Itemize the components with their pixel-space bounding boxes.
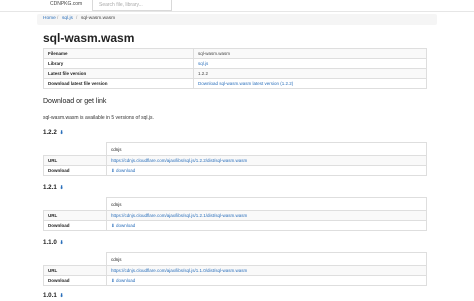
version-table: cdnjs URL https://cdnjs.cloudflare.com/a… <box>43 197 427 231</box>
info-key: Latest file version <box>43 68 194 79</box>
download-link[interactable]: ⬇ download <box>106 165 427 176</box>
table-row: URL https://cdnjs.cloudflare.com/ajax/li… <box>43 210 427 221</box>
version-heading: 1.0.1 ⬇ <box>43 292 64 299</box>
table-row: URL https://cdnjs.cloudflare.com/ajax/li… <box>43 155 427 166</box>
info-key: Library <box>43 58 194 69</box>
library-link[interactable]: sql.js <box>193 58 427 69</box>
version-heading: 1.1.0 ⬇ <box>43 239 64 246</box>
table-row: URL https://cdnjs.cloudflare.com/ajax/li… <box>43 265 427 276</box>
info-key: Download latest file version <box>43 78 194 89</box>
info-value: sql-wasm.wasm <box>193 48 427 59</box>
table-row: Latest file version 1.2.2 <box>43 68 427 79</box>
empty-cell <box>43 142 107 156</box>
download-link-text: download <box>116 277 136 283</box>
download-icon[interactable]: ⬇ <box>60 240 64 246</box>
breadcrumb-separator: / <box>76 16 78 21</box>
table-row: Download ⬇ download <box>43 275 427 286</box>
info-value: 1.2.2 <box>193 68 427 79</box>
empty-cell <box>43 252 107 266</box>
table-row: Download latest file version Download sq… <box>43 78 427 89</box>
download-icon: ⬇ <box>111 222 115 228</box>
cdn-name: cdnjs <box>106 197 427 211</box>
version-heading: 1.2.2 ⬇ <box>43 129 64 136</box>
info-key: Filename <box>43 48 194 59</box>
download-link-text: download <box>116 222 136 228</box>
version-heading: 1.2.1 ⬇ <box>43 184 64 191</box>
table-row: Download ⬇ download <box>43 165 427 176</box>
download-icon[interactable]: ⬇ <box>60 185 64 191</box>
download-label: Download <box>43 220 107 231</box>
version-number: 1.2.1 <box>43 184 57 191</box>
file-info-table: Filename sql-wasm.wasm Library sql.js La… <box>43 48 427 89</box>
file-url-link[interactable]: https://cdnjs.cloudflare.com/ajax/libs/s… <box>106 155 427 166</box>
download-icon: ⬇ <box>111 277 115 283</box>
download-link-text: download <box>116 167 136 173</box>
breadcrumb-home[interactable]: Home <box>43 16 56 21</box>
version-number: 1.2.2 <box>43 129 57 136</box>
download-icon[interactable]: ⬇ <box>60 293 64 299</box>
download-label: Download <box>43 165 107 176</box>
search-input[interactable]: Search file, library... <box>92 0 172 11</box>
download-icon: ⬇ <box>111 167 115 173</box>
download-heading: Download or get link <box>43 98 107 105</box>
file-url-link[interactable]: https://cdnjs.cloudflare.com/ajax/libs/s… <box>106 265 427 276</box>
download-link[interactable]: ⬇ download <box>106 220 427 231</box>
file-url-link[interactable]: https://cdnjs.cloudflare.com/ajax/libs/s… <box>106 210 427 221</box>
table-row: Library sql.js <box>43 58 427 69</box>
table-row: Download ⬇ download <box>43 220 427 231</box>
page-title: sql-wasm.wasm <box>43 31 135 45</box>
table-row: cdnjs <box>43 197 427 211</box>
version-table: cdnjs URL https://cdnjs.cloudflare.com/a… <box>43 142 427 176</box>
breadcrumb-library[interactable]: sql.js <box>62 16 73 21</box>
download-label: Download <box>43 275 107 286</box>
search-placeholder: Search file, library... <box>99 2 143 8</box>
version-number: 1.0.1 <box>43 292 57 299</box>
cdn-name: cdnjs <box>106 142 427 156</box>
url-label: URL <box>43 210 107 221</box>
url-label: URL <box>43 155 107 166</box>
url-label: URL <box>43 265 107 276</box>
download-icon[interactable]: ⬇ <box>60 130 64 136</box>
top-navbar: CDNPKG.com Search file, library... <box>0 0 474 12</box>
breadcrumb-separator: / <box>57 16 59 21</box>
version-table: cdnjs URL https://cdnjs.cloudflare.com/a… <box>43 252 427 286</box>
breadcrumb: Home / sql.js / sql-wasm.wasm <box>37 14 437 25</box>
cdn-name: cdnjs <box>106 252 427 266</box>
table-row: cdnjs <box>43 142 427 156</box>
download-latest-link[interactable]: Download sql-wasm.wasm latest version (1… <box>193 78 427 89</box>
version-number: 1.1.0 <box>43 239 57 246</box>
table-row: Filename sql-wasm.wasm <box>43 48 427 59</box>
table-row: cdnjs <box>43 252 427 266</box>
download-link[interactable]: ⬇ download <box>106 275 427 286</box>
availability-text: sql-wasm.wasm is available in 5 versions… <box>43 115 154 121</box>
brand-logo[interactable]: CDNPKG.com <box>50 1 82 7</box>
breadcrumb-current: sql-wasm.wasm <box>81 16 116 21</box>
empty-cell <box>43 197 107 211</box>
